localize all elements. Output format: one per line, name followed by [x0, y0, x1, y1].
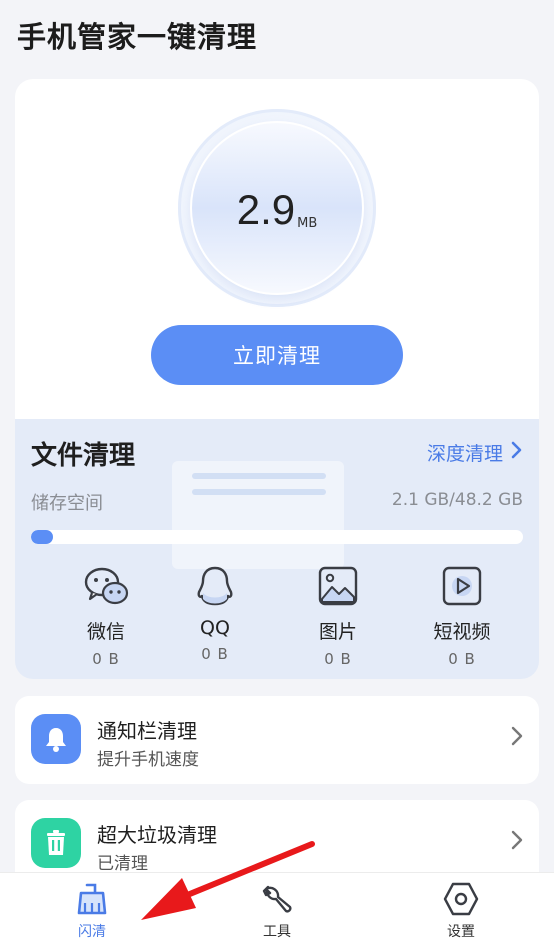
chevron-right-icon [511, 441, 523, 464]
file-decoration [172, 461, 344, 569]
tab-label: 工具 [263, 924, 291, 940]
category-name: 短视频 [433, 621, 491, 643]
category-qq[interactable]: QQ 0 B [170, 565, 260, 663]
category-name: QQ [200, 617, 230, 639]
deep-clean-label: 深度清理 [426, 443, 503, 465]
clean-hero-card: 2.9 MB 立即清理 [15, 79, 539, 419]
junk-size-readout: 2.9 MB [190, 121, 364, 295]
junk-size-value: 2.9 [236, 186, 296, 233]
notification-clean-card[interactable]: 通知栏清理 提升手机速度 [15, 696, 539, 784]
category-value: 0 B [448, 650, 476, 668]
category-value: 0 B [201, 645, 229, 663]
settings-icon [443, 882, 479, 916]
deep-clean-link[interactable]: 深度清理 [427, 439, 523, 466]
image-icon [318, 566, 358, 606]
clean-now-button[interactable]: 立即清理 [151, 325, 403, 385]
tab-label: 闪清 [78, 924, 106, 940]
broom-icon [77, 883, 107, 915]
category-name: 图片 [318, 621, 357, 643]
list-subtitle: 已清理 [97, 854, 148, 874]
bell-icon [31, 714, 81, 764]
video-icon [442, 566, 482, 606]
list-title: 超大垃圾清理 [97, 823, 217, 847]
storage-value: 2.1 GB/48.2 GB [391, 490, 523, 510]
tab-settings[interactable]: 设置 [421, 881, 501, 941]
junk-size-unit: MB [297, 215, 318, 231]
tab-tools[interactable]: 工具 [237, 881, 317, 941]
bottom-nav: 闪清 工具 设置 [0, 872, 554, 946]
category-short-video[interactable]: 短视频 0 B [417, 565, 507, 668]
tab-flash-clean[interactable]: 闪清 [52, 881, 132, 941]
file-clean-card: 文件清理 深度清理 储存空间 2.1 GB/48.2 GB 微信 0 B QQ … [15, 419, 539, 679]
category-name: 微信 [86, 621, 125, 643]
storage-progress-bar [31, 530, 523, 544]
list-title: 通知栏清理 [97, 719, 197, 743]
tab-label: 设置 [447, 924, 475, 940]
trash-icon [31, 818, 81, 868]
chevron-right-icon [511, 830, 523, 856]
chevron-right-icon [511, 726, 523, 752]
wechat-icon [84, 567, 129, 605]
app-title: 手机管家一键清理 [17, 20, 258, 54]
file-clean-title: 文件清理 [31, 441, 136, 471]
category-value: 0 B [92, 650, 120, 668]
category-images[interactable]: 图片 0 B [293, 565, 383, 668]
wrench-icon [262, 885, 292, 913]
list-subtitle: 提升手机速度 [97, 750, 199, 770]
storage-progress-fill [31, 530, 53, 544]
category-value: 0 B [324, 650, 352, 668]
category-wechat[interactable]: 微信 0 B [61, 565, 151, 668]
storage-label: 储存空间 [31, 493, 103, 514]
file-categories: 微信 0 B QQ 0 B 图片 0 B 短视频 0 B [15, 565, 539, 668]
qq-icon [197, 566, 233, 606]
